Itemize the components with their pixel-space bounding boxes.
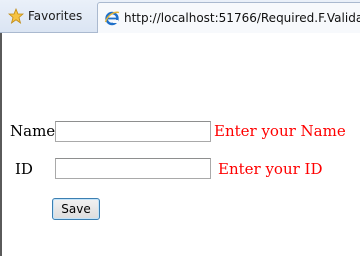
page-content: Name Enter your Name ID Enter your ID Sa…	[0, 33, 360, 256]
name-input[interactable]	[55, 121, 211, 142]
browser-toolbar: Favorites http://localhost:51766/Require…	[0, 0, 360, 33]
save-button[interactable]: Save	[52, 198, 100, 220]
id-required-message: Enter your ID	[218, 160, 323, 178]
name-required-message: Enter your Name	[214, 122, 346, 140]
star-icon	[7, 7, 25, 24]
favorites-label: Favorites	[28, 9, 83, 23]
name-label: Name	[10, 122, 56, 140]
tab-title: http://localhost:51766/Required.F.Valida…	[124, 11, 360, 25]
id-label: ID	[15, 160, 33, 178]
id-input[interactable]	[55, 158, 211, 179]
browser-tab[interactable]: http://localhost:51766/Required.F.Valida…	[97, 2, 360, 33]
ie-icon	[104, 10, 120, 26]
favorites-button[interactable]: Favorites	[0, 0, 95, 32]
